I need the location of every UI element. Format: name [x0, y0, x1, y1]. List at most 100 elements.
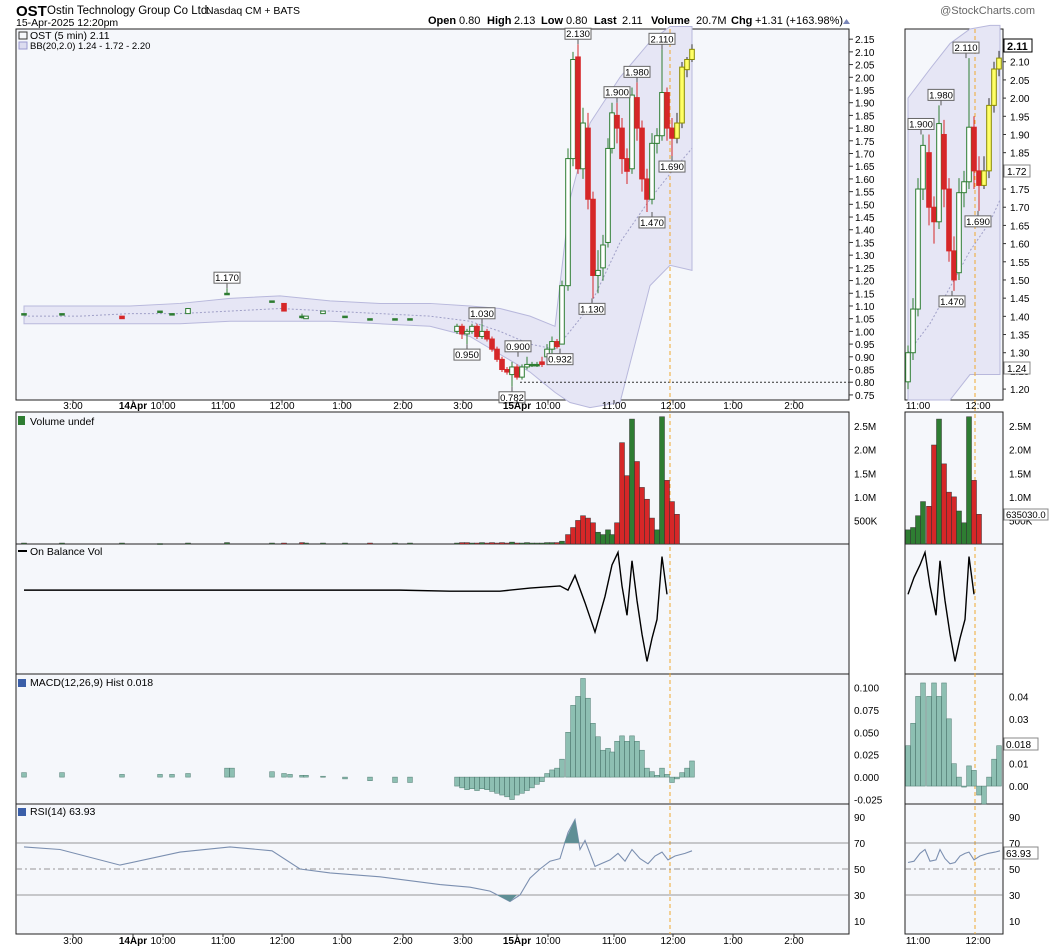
zoom-macd-tick-label: 0.01 — [1009, 760, 1029, 771]
zoom-price-candle — [971, 126, 977, 172]
price-tick-label: 1.60 — [855, 175, 875, 186]
zoom-price-tick-label: 1.95 — [1010, 112, 1030, 123]
macd-hist-bar — [484, 776, 490, 790]
zoom-price-candle — [905, 352, 911, 383]
price-candle — [392, 318, 398, 321]
price-candle — [303, 315, 309, 320]
price-tick-label: 1.40 — [855, 226, 875, 237]
macd-hist-bar — [659, 767, 665, 778]
volume-tick-label: 2.0M — [854, 446, 876, 457]
volume-bar — [544, 542, 550, 545]
price-tick-label: 1.65 — [855, 162, 875, 173]
price-candle — [320, 310, 326, 315]
volume-bar — [619, 442, 625, 545]
macd-hist-bar — [392, 776, 398, 783]
ohlc-volume: 20.7M — [696, 15, 727, 27]
price-tick-label: 1.35 — [855, 238, 875, 249]
volume-bar — [320, 542, 326, 545]
zoom-volume-bar — [976, 514, 982, 545]
zoom-rsi-tick-label: 30 — [1009, 891, 1021, 902]
zoom-annotation-label: 1.690 — [966, 217, 990, 228]
price-candle — [119, 315, 125, 320]
ohlc-chg: +1.31 (+163.98%) — [755, 15, 843, 27]
rsi-legend: RSI(14) 63.93 — [30, 806, 96, 818]
volume-bar — [459, 542, 465, 545]
zoom-volume-bar — [910, 527, 916, 545]
volume-bar — [534, 542, 540, 545]
price-tick-label: 1.15 — [855, 289, 875, 300]
macd-hist-bar — [407, 776, 413, 783]
price-tick-label: 1.55 — [855, 188, 875, 199]
macd-last-tag: 0.018 — [1003, 737, 1039, 751]
price-tick-label: 1.75 — [855, 137, 875, 148]
price-candle — [474, 325, 480, 337]
price-candle — [590, 198, 596, 276]
zoom-price-candle — [991, 68, 997, 106]
macd-hist-bar — [281, 773, 287, 778]
zoom-volume-bar — [951, 496, 957, 545]
company-name: Ostin Technology Group Co Ltd. — [47, 5, 210, 17]
zoom-bollinger-band — [907, 24, 1001, 401]
x-tick-label: 11:00 — [602, 936, 627, 947]
price-tick-label: 1.90 — [855, 99, 875, 110]
zoom-price-candle — [956, 192, 962, 274]
price-candle — [169, 313, 175, 316]
macd-hist-bar — [524, 776, 530, 791]
rsi-tick-label: 10 — [854, 917, 866, 928]
volume-bar — [479, 542, 485, 545]
zoom-price-tick-label: 2.10 — [1010, 58, 1030, 69]
exchange: Nasdaq CM + BATS — [206, 5, 300, 17]
zoom-price-candle — [966, 126, 972, 183]
macd-hist-bar — [367, 776, 373, 781]
volume-tick-label: 500K — [854, 516, 878, 527]
zoom-price-tick-label: 2.00 — [1010, 94, 1030, 105]
price-candle — [534, 363, 540, 367]
price-tick-label: 1.05 — [855, 315, 875, 326]
zoom-price-tick-label: 1.85 — [1010, 149, 1030, 160]
x-tick-label: 10:00 — [150, 936, 175, 947]
volume-bar — [654, 529, 660, 545]
bb-middle-tag-text: 1.72 — [1007, 167, 1027, 178]
price-annotation-label: 1.170 — [215, 273, 239, 284]
bb-lower-tag-text: 1.24 — [1007, 364, 1027, 375]
volume-bar — [224, 542, 230, 545]
price-tick-label: 1.00 — [855, 327, 875, 338]
volume-bar — [614, 522, 620, 545]
zoom-price-tick-label: 1.40 — [1010, 312, 1030, 323]
zoom-volume-bar — [936, 418, 942, 545]
zoom-rsi-tick-label: 10 — [1009, 917, 1021, 928]
macd-hist-bar — [609, 751, 615, 778]
zoom-annotation-label: 1.470 — [940, 297, 964, 308]
zoom-price-candle — [961, 181, 967, 194]
panel-macd — [15, 673, 850, 805]
price-tick-label: 1.80 — [855, 124, 875, 135]
collapse-arrow-icon[interactable] — [843, 19, 850, 24]
price-candle — [514, 366, 520, 378]
price-candle — [479, 330, 485, 337]
zoom-price-candle — [915, 188, 921, 310]
panel-price — [15, 28, 850, 401]
price-candle — [224, 292, 230, 296]
volume-bar — [281, 542, 287, 545]
volume-legend: Volume undef — [30, 416, 94, 428]
macd-hist-bar — [639, 749, 645, 778]
macd-hist-bar — [539, 776, 545, 782]
rsi-tick-label: 30 — [854, 891, 866, 902]
volume-bar — [499, 542, 505, 545]
zoom-volume-bar — [941, 463, 947, 545]
price-candle — [504, 369, 510, 373]
zoom-macd-hist-bar — [910, 723, 916, 787]
macd-hist-bar — [614, 740, 620, 778]
volume-bar — [519, 542, 525, 545]
macd-hist-bar — [21, 772, 27, 778]
volume-bar — [674, 514, 680, 545]
zoom-price-tick-label: 1.20 — [1010, 385, 1030, 396]
price-tick-label: 1.70 — [855, 150, 875, 161]
price-tick-label: 1.20 — [855, 277, 875, 288]
price-candle — [281, 302, 287, 312]
macd-hist-bar — [479, 776, 485, 790]
macd-legend-icon — [18, 679, 26, 687]
volume-bar — [575, 520, 581, 545]
panel-obv — [15, 543, 850, 675]
macd-hist-bar — [644, 767, 650, 778]
